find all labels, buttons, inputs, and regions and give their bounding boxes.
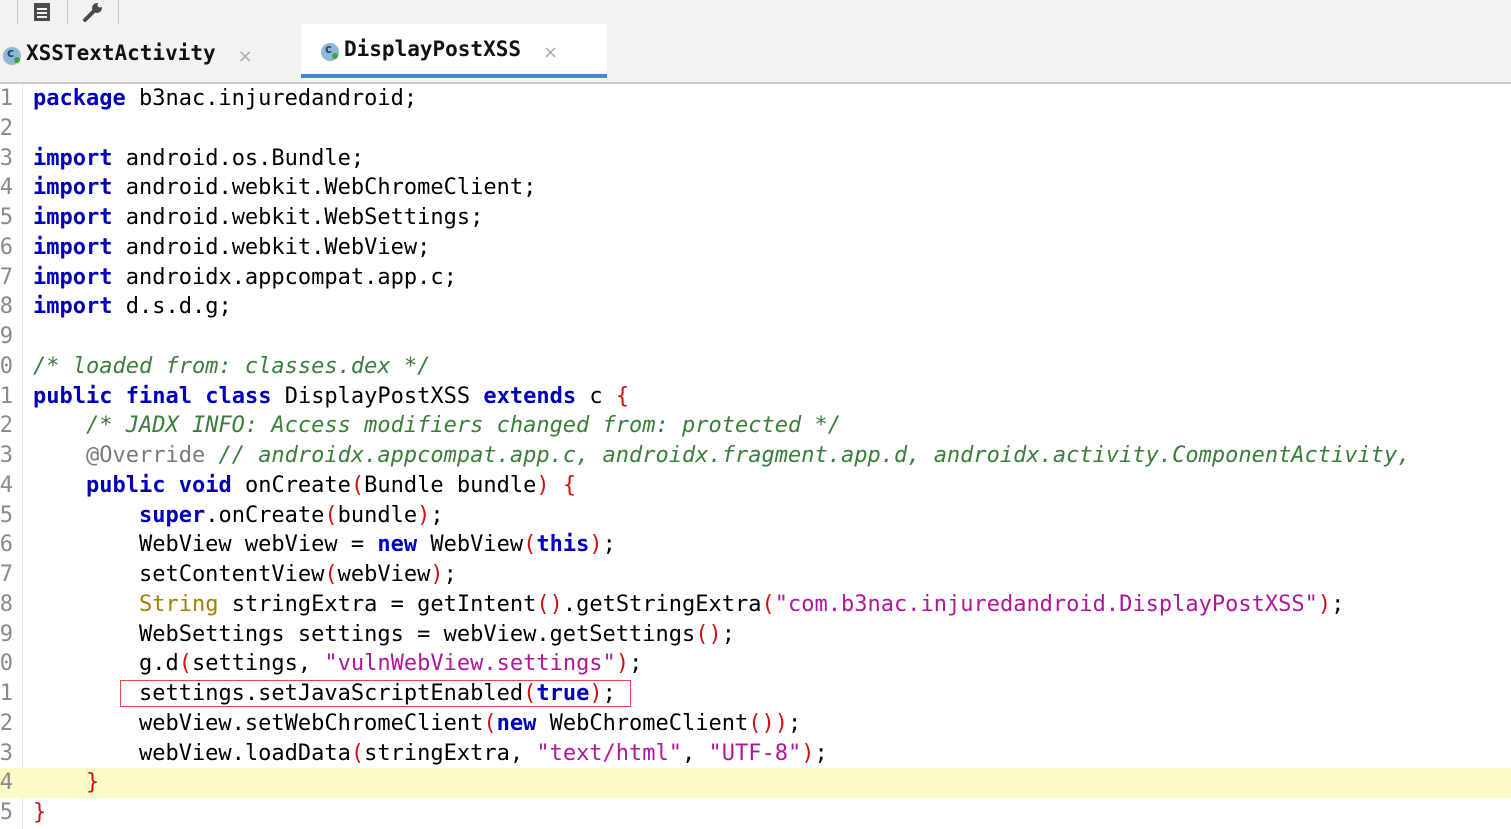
code-text: g.d(settings, "vulnWebView.settings"); bbox=[33, 651, 643, 677]
code-text: import android.webkit.WebSettings; bbox=[33, 205, 484, 230]
line-number: 6 bbox=[0, 532, 13, 558]
code-line[interactable]: 5 super.onCreate(bundle); bbox=[0, 501, 1511, 531]
code-line[interactable]: 4 } bbox=[0, 768, 1511, 799]
line-number: 3 bbox=[0, 740, 13, 766]
code-line[interactable]: 3 @Override // androidx.appcompat.app.c,… bbox=[0, 441, 1511, 471]
code-editor[interactable]: 1 package b3nac.injuredandroid; 2 3 import a… bbox=[0, 84, 1511, 829]
code-line[interactable]: 5} bbox=[0, 798, 1511, 828]
code-text: /* loaded from: classes.dex */ bbox=[33, 353, 431, 379]
list-icon[interactable] bbox=[25, 0, 59, 24]
line-number: 2 bbox=[0, 115, 13, 141]
line-number: 2 bbox=[0, 413, 13, 439]
code-line[interactable]: 1 package b3nac.injuredandroid; bbox=[0, 84, 1511, 114]
line-number: 3 bbox=[0, 145, 13, 171]
close-icon[interactable]: × bbox=[543, 42, 558, 63]
code-text: import android.webkit.WebChromeClient; bbox=[33, 175, 537, 201]
line-number: 4 bbox=[0, 175, 13, 201]
line-number: 1 bbox=[0, 383, 13, 409]
code-text: import androidx.appcompat.app.c; bbox=[33, 264, 457, 290]
code-line[interactable]: 6 WebView webView = new WebView(this); bbox=[0, 530, 1511, 560]
line-number: 8 bbox=[0, 591, 13, 617]
line-number: 5 bbox=[0, 205, 13, 230]
code-line[interactable]: 4 import android.webkit.WebChromeClient; bbox=[0, 173, 1511, 203]
code-text: super.onCreate(bundle); bbox=[138, 502, 444, 528]
line-number: 5 bbox=[0, 800, 13, 825]
code-text: settings.setJavaScriptEnabled(true); bbox=[33, 679, 632, 709]
tab-label: XSSTextActivity bbox=[26, 41, 216, 65]
code-line[interactable]: 7 setContentView(webView); bbox=[0, 560, 1511, 590]
code-line[interactable]: 5 import android.webkit.WebSettings; bbox=[0, 203, 1511, 233]
toolbar bbox=[0, 0, 1511, 24]
code-text: WebSettings settings = webView.getSettin… bbox=[33, 621, 736, 647]
line-number: 3 bbox=[0, 443, 13, 468]
code-text: } bbox=[33, 800, 47, 825]
line-number: 7 bbox=[0, 264, 13, 290]
tab-displaypostxss[interactable]: DisplayPostXSS × bbox=[301, 24, 607, 78]
code-text: import android.webkit.WebView; bbox=[33, 234, 431, 260]
code-line[interactable]: 3 webView.loadData(stringExtra, "text/ht… bbox=[0, 739, 1511, 769]
line-number: 1 bbox=[0, 681, 13, 706]
highlight-box: settings.setJavaScriptEnabled(true); bbox=[119, 680, 632, 707]
code-text: WebView webView = new WebView(this); bbox=[33, 532, 616, 558]
line-number: 6 bbox=[0, 234, 13, 260]
line-number: 8 bbox=[0, 294, 13, 320]
code-line[interactable]: 2 webView.setWebChromeClient(new WebChro… bbox=[0, 709, 1511, 739]
tab-xsstextactivity[interactable]: XSSTextActivity × bbox=[3, 24, 293, 82]
code-text: setContentView(webView); bbox=[33, 562, 457, 587]
code-text: import d.s.d.g; bbox=[33, 294, 232, 320]
java-class-icon bbox=[3, 46, 21, 65]
toolbar-separator bbox=[118, 0, 119, 24]
code-line[interactable]: 1 public final class DisplayPostXSS exten… bbox=[0, 382, 1511, 412]
code-text: /* JADX INFO: Access modifiers changed f… bbox=[85, 413, 841, 439]
line-number: 9 bbox=[0, 621, 13, 647]
code-line[interactable]: 4 public void onCreate(Bundle bundle) { bbox=[0, 471, 1511, 501]
code-text: webView.loadData(stringExtra, "text/html… bbox=[33, 740, 828, 766]
wrench-icon[interactable] bbox=[76, 0, 110, 24]
line-number: 1 bbox=[0, 86, 13, 111]
line-number: 0 bbox=[0, 353, 13, 379]
code-line[interactable]: 0 /* loaded from: classes.dex */ bbox=[0, 352, 1511, 382]
editor-tab-bar: XSSTextActivity × DisplayPostXSS × bbox=[0, 24, 1511, 84]
code-line[interactable]: 8 String stringExtra = getIntent().getSt… bbox=[0, 590, 1511, 620]
code-line[interactable]: 1 settings.setJavaScriptEnabled(true); bbox=[0, 679, 1511, 709]
code-line[interactable]: 2 bbox=[0, 114, 1511, 144]
code-text: } bbox=[85, 770, 100, 796]
line-number: 5 bbox=[0, 502, 13, 528]
code-text: package b3nac.injuredandroid; bbox=[33, 86, 418, 111]
line-number: 0 bbox=[0, 651, 13, 677]
line-number: 4 bbox=[0, 472, 13, 498]
code-text: webView.setWebChromeClient(new WebChrome… bbox=[33, 710, 802, 736]
code-line[interactable]: 3 import android.os.Bundle; bbox=[0, 144, 1511, 174]
line-number: 9 bbox=[0, 324, 13, 349]
code-text: String stringExtra = getIntent().getStri… bbox=[138, 591, 1345, 617]
code-text: public final class DisplayPostXSS extend… bbox=[33, 383, 630, 409]
code-text: import android.os.Bundle; bbox=[33, 145, 365, 171]
code-line[interactable]: 2 /* JADX INFO: Access modifiers changed… bbox=[0, 411, 1511, 441]
tab-label: DisplayPostXSS bbox=[344, 37, 522, 61]
line-number: 7 bbox=[0, 562, 13, 587]
line-number: 4 bbox=[0, 770, 13, 796]
code-text: @Override // androidx.appcompat.app.c, a… bbox=[85, 443, 1411, 468]
code-line[interactable]: 8 import d.s.d.g; bbox=[0, 292, 1511, 322]
close-icon[interactable]: × bbox=[238, 46, 253, 67]
code-line[interactable]: 6 import android.webkit.WebView; bbox=[0, 233, 1511, 263]
line-number: 2 bbox=[0, 710, 13, 736]
code-line[interactable]: 9 WebSettings settings = webView.getSett… bbox=[0, 620, 1511, 650]
toolbar-separator bbox=[17, 0, 18, 24]
java-class-icon bbox=[321, 42, 339, 61]
code-text: public void onCreate(Bundle bundle) { bbox=[85, 472, 577, 498]
toolbar-separator bbox=[67, 0, 68, 24]
code-line[interactable]: 7 import androidx.appcompat.app.c; bbox=[0, 263, 1511, 293]
code-line[interactable]: 9 bbox=[0, 322, 1511, 352]
code-line[interactable]: 0 g.d(settings, "vulnWebView.settings"); bbox=[0, 649, 1511, 679]
